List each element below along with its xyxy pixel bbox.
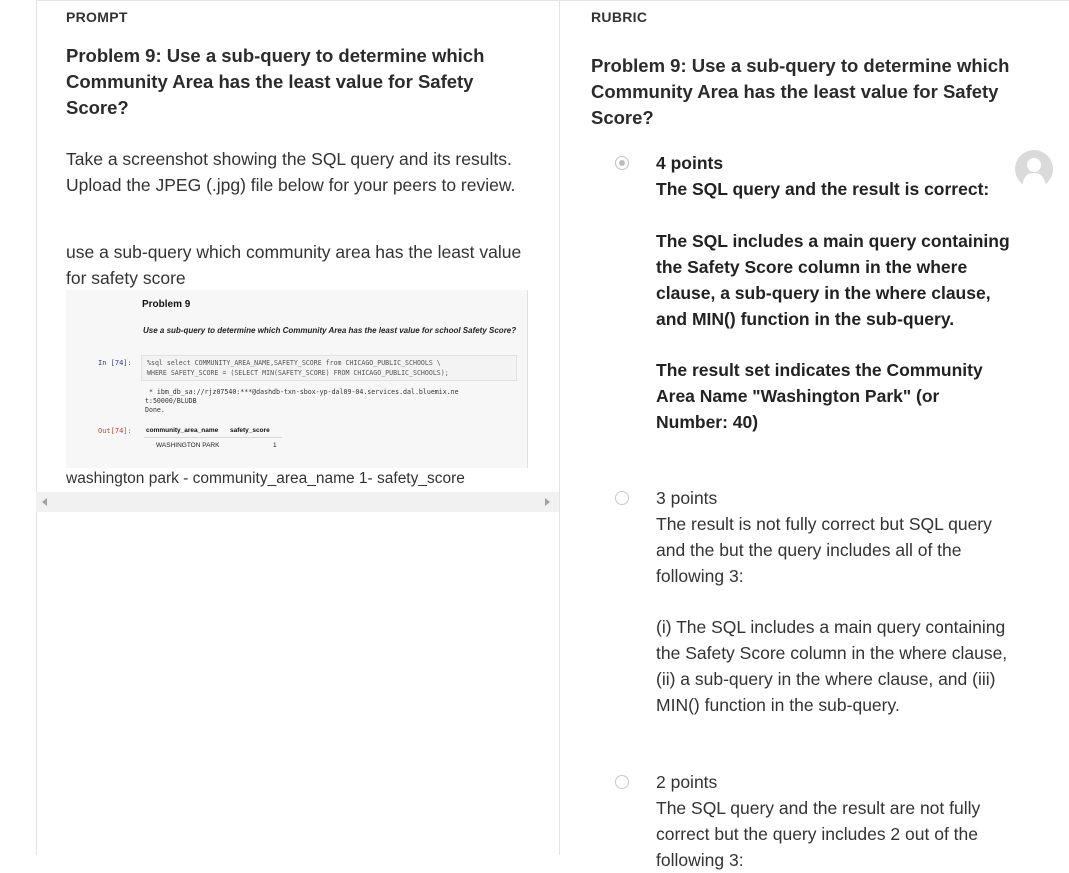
result-cell: 1	[273, 442, 277, 449]
prompt-question-title: Problem 9: Use a sub-query to determine …	[66, 45, 485, 118]
prompt-section-label: PROMPT	[66, 9, 128, 25]
answer-caption: washington park - community_area_name 1-…	[66, 470, 465, 487]
rubric-option-2: 2 points The SQL query and the result ar…	[656, 769, 1016, 873]
top-border	[36, 0, 1069, 1]
notebook-code-cell: %sql select COMMUNITY_AREA_NAME,SAFETY_S…	[141, 355, 517, 381]
result-cell: WASHINGTON PARK	[156, 442, 220, 449]
notebook-output-line: Done.	[145, 406, 165, 414]
prompt-instructions: Take a screenshot showing the SQL query …	[66, 149, 516, 195]
notebook-screenshot-image: Problem 9 Use a sub-query to determine w…	[66, 290, 528, 468]
column-divider	[559, 0, 560, 855]
code-line: WHERE SAFETY_SCORE = (SELECT MIN(SAFETY_…	[147, 369, 449, 377]
notebook-output-line: * ibm_db_sa://rjz07540:***@dashdb-txn-sb…	[145, 388, 459, 396]
rubric-option-text: (i) The SQL includes a main query contai…	[656, 617, 1008, 715]
answer-text: use a sub-query which community area has…	[66, 242, 522, 288]
notebook-description: Use a sub-query to determine which Commu…	[143, 326, 517, 335]
rubric-option-3-radio[interactable]	[615, 491, 629, 505]
scroll-right-arrow-icon[interactable]	[545, 498, 550, 506]
horizontal-scrollbar[interactable]	[36, 492, 559, 512]
rubric-question-title: Problem 9: Use a sub-query to determine …	[591, 55, 1010, 128]
notebook-in-prompt: In [74]:	[98, 359, 132, 367]
rubric-option-3: 3 points The result is not fully correct…	[656, 485, 1016, 718]
rubric-option-4: 4 points The SQL query and the result is…	[656, 150, 1016, 435]
rubric-option-4-radio[interactable]	[615, 156, 629, 170]
rubric-option-text: The result is not fully correct but SQL …	[656, 514, 992, 586]
rubric-option-points: 4 points	[656, 153, 724, 173]
scroll-left-arrow-icon[interactable]	[42, 498, 47, 506]
left-border	[36, 0, 37, 855]
rubric-option-text: The result set indicates the Community A…	[656, 360, 983, 432]
rubric-option-points: 2 points	[656, 772, 718, 792]
notebook-out-prompt: Out[74]:	[98, 427, 132, 435]
notebook-image-edge	[527, 290, 528, 468]
user-silhouette-icon	[1022, 158, 1046, 188]
notebook-output-line: t:50000/BLUDB	[145, 397, 197, 405]
rubric-option-points: 3 points	[656, 488, 718, 508]
rubric-option-text: The SQL query and the result is correct:	[656, 179, 990, 199]
rubric-option-text: The SQL query and the result are not ful…	[656, 798, 981, 870]
rubric-option-2-radio[interactable]	[615, 775, 629, 789]
result-column-header: safety_score	[230, 427, 270, 434]
result-header-rule	[144, 437, 282, 438]
notebook-heading: Problem 9	[142, 299, 191, 310]
rubric-section-label: RUBRIC	[591, 9, 648, 25]
code-line: %sql select COMMUNITY_AREA_NAME,SAFETY_S…	[147, 359, 441, 367]
rubric-option-text: The SQL includes a main query containing…	[656, 231, 1010, 329]
result-column-header: community_area_name	[146, 427, 219, 434]
user-avatar-icon[interactable]	[1015, 150, 1053, 188]
